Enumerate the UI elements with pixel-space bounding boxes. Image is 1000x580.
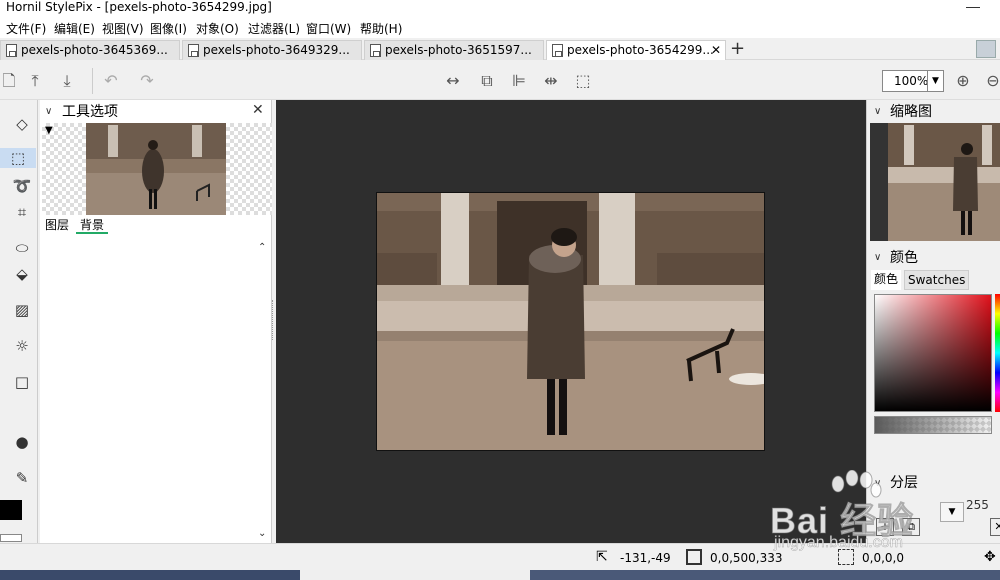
zoom-out-icon[interactable]: ⊖ <box>984 72 1000 90</box>
navigator-image <box>888 123 1000 241</box>
window-title: Hornil StylePix - [pexels-photo-3654299.… <box>6 0 272 14</box>
tab-label: pexels-photo-3654299... <box>567 43 714 57</box>
menu-bar: 文件(F) 编辑(E) 视图(V) 图像(I) 对象(O) 过滤器(L) 窗口(… <box>0 20 1000 38</box>
tab-menu-icon[interactable] <box>976 40 996 58</box>
tool-box: ◇ ⬚ ➰ ⌗ ⬭ ⬙ ▨ ☼ □ ● ✎ <box>0 100 38 543</box>
chevron-down-icon[interactable]: ∨ <box>45 106 52 117</box>
baidu-watermark: Bai 经验 jingyan.baidu.com <box>768 470 988 556</box>
chevron-down-icon[interactable]: ▼ <box>927 71 943 91</box>
image-file-icon <box>370 44 381 57</box>
download-icon[interactable]: ⤓ <box>58 72 76 90</box>
tab-swatches[interactable]: Swatches <box>904 270 970 290</box>
new-tab-button[interactable]: + <box>730 38 745 60</box>
chevron-down-icon[interactable]: ∨ <box>874 252 881 263</box>
taskbar-segment <box>0 570 300 580</box>
chevron-down-icon[interactable]: ⌄ <box>258 528 266 539</box>
upload-icon[interactable]: ⤒ <box>26 72 44 90</box>
color-picker-square[interactable] <box>874 294 992 412</box>
watermark-url: jingyan.baidu.com <box>774 534 903 552</box>
brightness-tool-icon[interactable]: ☼ <box>12 336 32 356</box>
main-toolbar: 🗋 ⤒ ⤓ ↶ ↷ ↔ ⧉ ⊫ ⇹ ⬚ ⊕ ⊖ <box>0 60 1000 100</box>
thumbnail-panel-title: 缩略图 <box>890 104 932 120</box>
rectangle-tool-icon[interactable]: □ <box>12 372 32 392</box>
resize-canvas-icon[interactable]: ⬚ <box>574 72 592 90</box>
menu-edit[interactable]: 编辑(E) <box>54 22 95 36</box>
close-tab-icon[interactable]: ✕ <box>711 41 721 59</box>
lasso-tool-icon[interactable]: ➰ <box>12 176 32 196</box>
tab-doc-4[interactable]: pexels-photo-3654299... ✕ <box>546 40 726 60</box>
zoom-select[interactable]: 100% ▼ <box>882 70 944 92</box>
navigator-thumbnail[interactable] <box>870 123 1000 241</box>
menu-object[interactable]: 对象(O) <box>196 22 239 36</box>
hue-slider[interactable] <box>995 294 1000 412</box>
new-file-icon[interactable]: 🗋 <box>0 72 18 90</box>
menu-help[interactable]: 帮助(H) <box>360 22 402 36</box>
menu-file[interactable]: 文件(F) <box>6 22 46 36</box>
taskbar-segment <box>530 570 1000 580</box>
photo-woman-walking <box>377 193 764 450</box>
alpha-slider[interactable] <box>874 416 992 434</box>
tool-options-title: 工具选项 <box>62 104 118 120</box>
move-tool-icon[interactable]: ◇ <box>12 114 32 134</box>
distribute-icon[interactable]: ⇹ <box>542 72 560 90</box>
sub-tab-background[interactable]: 背景 <box>76 218 109 234</box>
tab-label: pexels-photo-3651597... <box>385 43 532 57</box>
chevron-up-icon[interactable]: ⌃ <box>258 242 266 253</box>
tab-doc-1[interactable]: pexels-photo-3645369... <box>0 40 180 60</box>
zoom-in-icon[interactable]: ⊕ <box>954 72 972 90</box>
tab-doc-2[interactable]: pexels-photo-3649329... <box>182 40 362 60</box>
color-panel-title: 颜色 <box>890 250 918 266</box>
cursor-position: -131,-49 <box>620 551 671 565</box>
dodge-tool-icon[interactable]: ● <box>12 432 32 452</box>
background-color-swatch[interactable] <box>0 534 22 542</box>
fill-tool-icon[interactable]: ⬙ <box>12 264 32 284</box>
flip-horizontal-icon[interactable]: ↔ <box>444 72 462 90</box>
crop-tool-icon[interactable]: ⌗ <box>12 202 32 222</box>
align-icon[interactable]: ⊫ <box>510 72 528 90</box>
layer-preview: ▼ <box>42 123 272 215</box>
menu-view[interactable]: 视图(V) <box>102 22 144 36</box>
toolbar-separator <box>92 68 93 94</box>
menu-image[interactable]: 图像(I) <box>150 22 187 36</box>
image-file-icon <box>188 44 199 57</box>
rect-select-tool-icon[interactable]: ⬚ <box>0 148 36 168</box>
eyedropper-tool-icon[interactable]: ✎ <box>12 468 32 488</box>
delete-layer-icon[interactable]: ✕ <box>990 518 1000 536</box>
chevron-down-icon[interactable]: ∨ <box>874 106 881 117</box>
layer-thumbnail-image <box>86 123 226 215</box>
zoom-value: 100% <box>894 74 929 88</box>
redo-icon[interactable]: ↷ <box>138 72 156 90</box>
undo-icon[interactable]: ↶ <box>102 72 120 90</box>
close-icon[interactable]: ✕ <box>252 102 264 118</box>
minimize-button[interactable] <box>966 0 980 8</box>
layer-toggle-icon[interactable]: ▼ <box>45 125 53 136</box>
taskbar-segment <box>300 570 530 580</box>
tab-doc-3[interactable]: pexels-photo-3651597... <box>364 40 544 60</box>
image-bounds-icon <box>686 549 702 565</box>
sub-tab-layers[interactable]: 图层 <box>45 218 69 232</box>
image-file-icon <box>6 44 17 57</box>
tab-label: pexels-photo-3645369... <box>21 43 168 57</box>
shape-tool-icon[interactable]: ⬭ <box>12 238 32 258</box>
title-bar: Hornil StylePix - [pexels-photo-3654299.… <box>0 0 1000 20</box>
image-file-icon <box>552 44 563 57</box>
arrange-icon[interactable]: ⧉ <box>478 72 496 90</box>
menu-window[interactable]: 窗口(W) <box>306 22 351 36</box>
cursor-pointer-icon: ⇱ <box>596 549 608 565</box>
foreground-color-swatch[interactable] <box>0 500 22 520</box>
os-taskbar <box>0 570 1000 580</box>
tab-label: pexels-photo-3649329... <box>203 43 350 57</box>
tab-color[interactable]: 颜色 <box>871 270 902 290</box>
menu-filters[interactable]: 过滤器(L) <box>248 22 300 36</box>
gradient-tool-icon[interactable]: ▨ <box>12 300 32 320</box>
document-image[interactable] <box>376 192 765 451</box>
